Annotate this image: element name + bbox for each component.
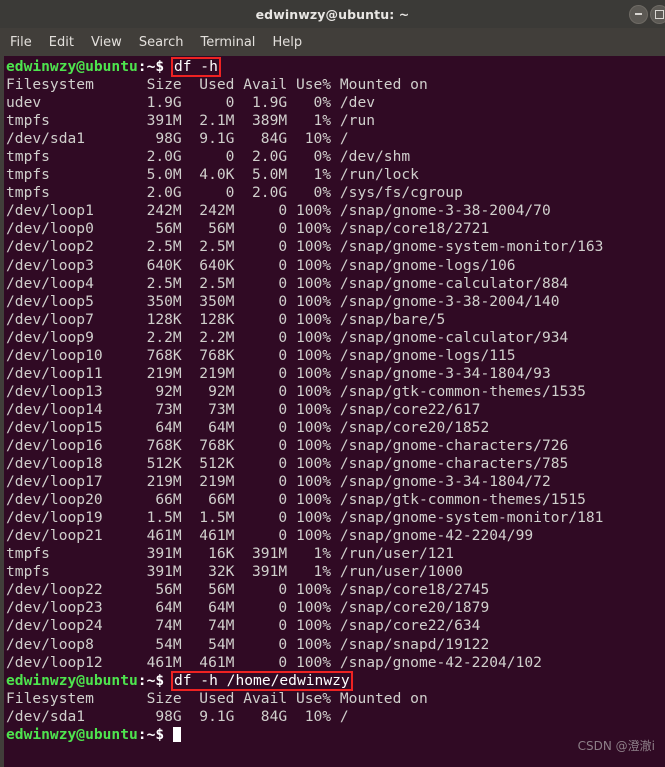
menu-item-help[interactable]: Help [272, 35, 302, 50]
menu-item-edit[interactable]: Edit [49, 35, 74, 50]
maximize-icon [655, 9, 664, 19]
command-line-2: edwinwzy@ubuntu:~$ df -h /home/edwinwzy [6, 670, 665, 691]
highlighted-command-2: df -h /home/edwinwzy [170, 670, 353, 691]
text-cursor [172, 726, 182, 742]
prompt-path-2: :~$ [137, 671, 173, 689]
prompt-user-1: edwinwzy@ubuntu [6, 58, 138, 75]
terminal-window: edwinwzy@ubuntu: ~ File Edit View Search… [0, 0, 665, 767]
prompt-path-1: :~$ [137, 58, 173, 75]
window-controls [629, 0, 665, 28]
output-row: /dev/loop10 768K 768K 0 100% /snap/gnome… [6, 346, 516, 364]
output-row: udev 1.9G 0 1.9G 0% /dev [6, 94, 376, 112]
menu-item-terminal[interactable]: Terminal [200, 35, 255, 50]
output-row: /dev/loop0 56M 56M 0 100% /snap/core18/2… [6, 220, 490, 238]
output-row: tmpfs 2.0G 0 2.0G 0% /dev/shm [6, 148, 411, 166]
output-row: /dev/loop3 640K 640K 0 100% /snap/gnome-… [6, 256, 516, 274]
menu-bar: File Edit View Search Terminal Help [0, 28, 665, 56]
output-row: /dev/loop19 1.5M 1.5M 0 100% /snap/gnome… [6, 509, 604, 527]
output-row: /dev/loop14 73M 73M 0 100% /snap/core22/… [6, 400, 481, 418]
output-row: /dev/loop20 66M 66M 0 100% /snap/gtk-com… [6, 491, 586, 509]
output-row: /dev/sda1 98G 9.1G 84G 10% / [6, 707, 349, 725]
highlighted-command-1: df -h [170, 57, 221, 77]
minimize-button[interactable] [629, 4, 648, 24]
output-row: /dev/loop8 54M 54M 0 100% /snap/snapd/19… [6, 635, 490, 653]
output-row: /dev/loop18 512K 512K 0 100% /snap/gnome… [6, 455, 569, 473]
window-titlebar[interactable]: edwinwzy@ubuntu: ~ [0, 0, 665, 28]
terminal-screen[interactable]: edwinwzy@ubuntu:~$ df -h Filesystem Size… [4, 56, 665, 767]
output-row: tmpfs 391M 32K 391M 1% /run/user/1000 [6, 563, 463, 581]
output-header-2: Filesystem Size Used Avail Use% Mounted … [6, 689, 428, 707]
prompt-user-3: edwinwzy@ubuntu [6, 725, 138, 743]
prompt-user-2: edwinwzy@ubuntu [6, 671, 138, 689]
output-row: /dev/loop16 768K 768K 0 100% /snap/gnome… [6, 436, 569, 454]
output-row: /dev/loop11 219M 219M 0 100% /snap/gnome… [6, 364, 551, 382]
output-header-1: Filesystem Size Used Avail Use% Mounted … [6, 76, 428, 94]
output-row: /dev/loop12 461M 461M 0 100% /snap/gnome… [6, 653, 542, 671]
output-row: /dev/loop5 350M 350M 0 100% /snap/gnome-… [6, 292, 560, 310]
terminal-frame: edwinwzy@ubuntu:~$ df -h Filesystem Size… [0, 56, 665, 767]
output-row: /dev/loop7 128K 128K 0 100% /snap/bare/5 [6, 310, 446, 328]
prompt-path-3: :~$ [137, 725, 173, 743]
output-row: tmpfs 391M 2.1M 389M 1% /run [6, 112, 376, 130]
output-row: tmpfs 391M 16K 391M 1% /run/user/121 [6, 545, 455, 563]
menu-item-file[interactable]: File [10, 35, 32, 50]
menu-item-view[interactable]: View [91, 35, 122, 50]
output-row: /dev/sda1 98G 9.1G 84G 10% / [6, 130, 349, 148]
command-line-1: edwinwzy@ubuntu:~$ df -h [6, 57, 665, 77]
output-row: /dev/loop15 64M 64M 0 100% /snap/core20/… [6, 418, 490, 436]
output-row: /dev/loop23 64M 64M 0 100% /snap/core20/… [6, 599, 490, 617]
window-title: edwinwzy@ubuntu: ~ [255, 6, 410, 22]
output-row: /dev/loop24 74M 74M 0 100% /snap/core22/… [6, 617, 481, 635]
watermark: CSDN @澄澈i [577, 739, 655, 753]
output-row: /dev/loop4 2.5M 2.5M 0 100% /snap/gnome-… [6, 274, 569, 292]
minimize-icon [635, 13, 642, 15]
output-row: /dev/loop17 219M 219M 0 100% /snap/gnome… [6, 473, 551, 491]
output-row: /dev/loop9 2.2M 2.2M 0 100% /snap/gnome-… [6, 328, 569, 346]
output-row: /dev/loop1 242M 242M 0 100% /snap/gnome-… [6, 202, 551, 220]
maximize-button[interactable] [650, 4, 665, 24]
output-row: /dev/loop13 92M 92M 0 100% /snap/gtk-com… [6, 382, 586, 400]
output-row: /dev/loop22 56M 56M 0 100% /snap/core18/… [6, 581, 490, 599]
menu-item-search[interactable]: Search [139, 35, 184, 50]
output-row: tmpfs 5.0M 4.0K 5.0M 1% /run/lock [6, 166, 419, 184]
active-prompt-line[interactable]: edwinwzy@ubuntu:~$ [6, 726, 665, 744]
output-row: tmpfs 2.0G 0 2.0G 0% /sys/fs/cgroup [6, 184, 463, 202]
output-row: /dev/loop21 461M 461M 0 100% /snap/gnome… [6, 527, 534, 545]
output-row: /dev/loop2 2.5M 2.5M 0 100% /snap/gnome-… [6, 238, 604, 256]
